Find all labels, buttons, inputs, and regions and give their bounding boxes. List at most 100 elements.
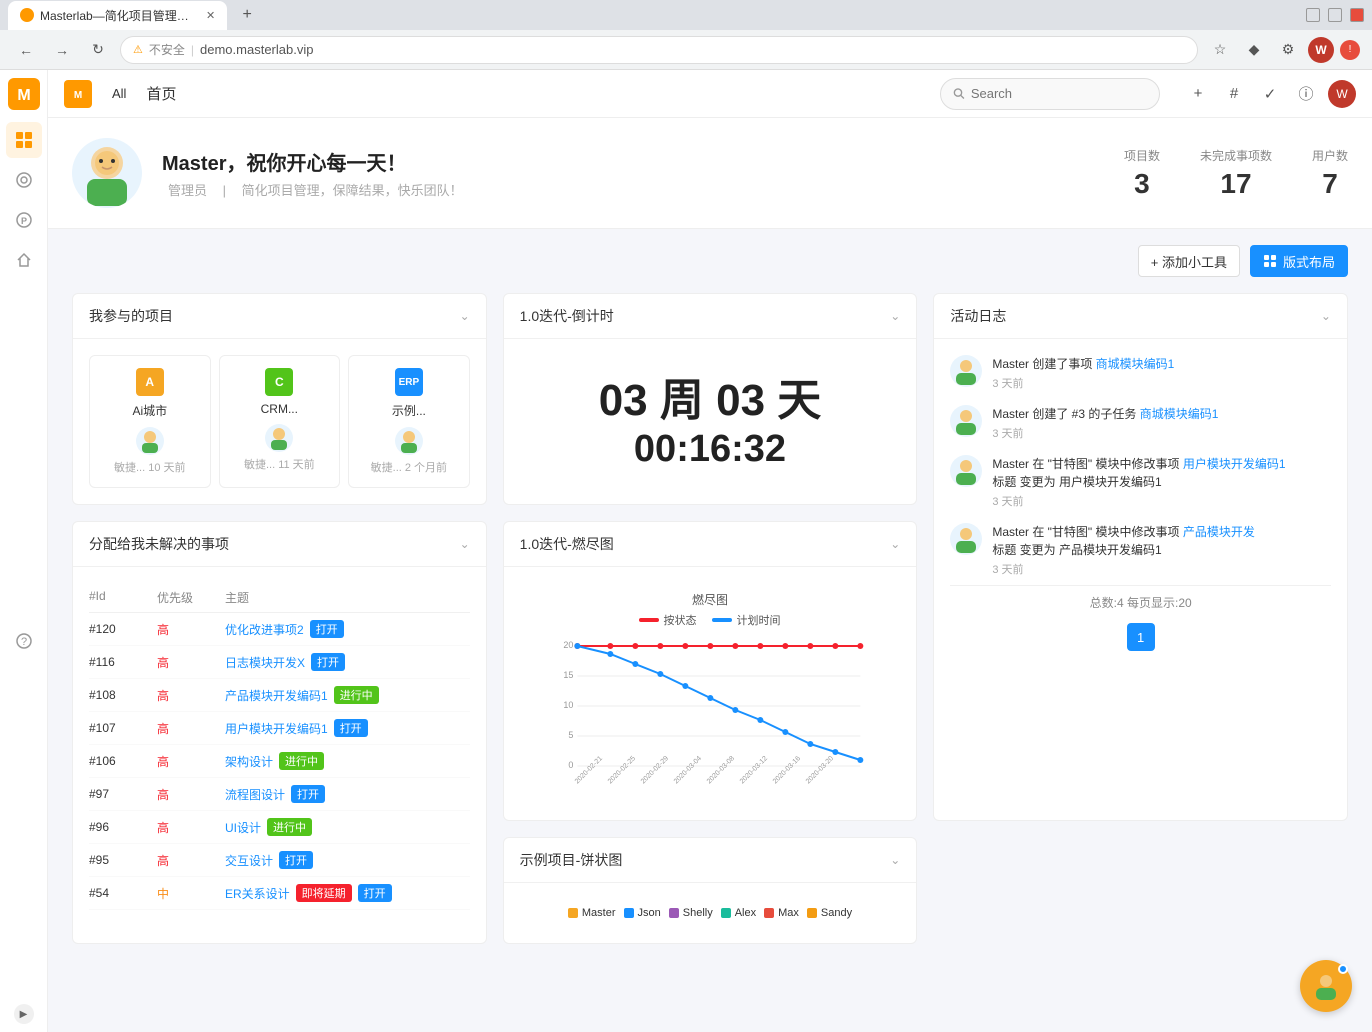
project-avatar-2 [395,427,423,455]
widget-countdown-header: 1.0迭代-倒计时 ⌄ [504,294,917,339]
svg-text:10: 10 [563,700,573,710]
page-1-button[interactable]: 1 [1127,623,1155,651]
url-text: demo.masterlab.vip [200,42,313,57]
chat-bubble[interactable] [1300,960,1352,1012]
project-card-0[interactable]: A Ai城市 敏捷... 10 天前 [89,355,211,488]
sidebar-item-reports[interactable] [6,162,42,198]
sidebar-item-tools[interactable] [6,242,42,278]
burndown-chart-title: 燃尽图 [520,591,901,608]
search-bar[interactable] [940,78,1160,110]
address-bar[interactable]: ⚠ 不安全 | demo.masterlab.vip [120,36,1198,64]
activity-time-3: 3 天前 [992,561,1331,577]
activity-link-1[interactable]: 商城模块编码1 [1140,407,1219,421]
profile-stats: 项目数 3 未完成事项数 17 用户数 7 [1124,147,1348,200]
activity-link-2[interactable]: 用户模块开发编码1 [1183,457,1286,471]
legend-label-0: 按状态 [663,612,696,628]
project-badge-0: A [136,368,164,396]
activity-link-0[interactable]: 商城模块编码1 [1096,357,1175,371]
profile-name: Master，祝你开心每一天！ [162,147,1104,176]
app-logo[interactable]: M [8,78,40,110]
activity-text-3: Master 在 "甘特图" 模块中修改事项 产品模块开发标题 变更为 产品模块… [992,523,1331,559]
minimize-button[interactable] [1306,8,1320,22]
issue-link-1[interactable]: 日志模块开发X [225,654,305,671]
issue-link-6[interactable]: UI设计 [225,819,261,836]
hashtag-button[interactable]: # [1220,80,1248,108]
new-tab-button[interactable]: + [235,3,259,27]
check-button[interactable]: ✓ [1256,80,1284,108]
widget-countdown-title: 1.0迭代-倒计时 [520,306,614,326]
nav-extra-button[interactable]: ! [1340,40,1360,60]
issue-tag-6: 进行中 [267,818,312,836]
forward-button[interactable]: → [48,36,76,64]
add-action-button[interactable]: + [1184,80,1212,108]
issue-subject-4: 架构设计 进行中 [225,752,470,770]
search-icon [953,87,965,100]
browser-chrome: Masterlab—简化项目管理的利器 ✕ + ← → ↻ ⚠ 不安全 | de… [0,0,1372,70]
sidebar-item-projects[interactable]: P [6,202,42,238]
widget-activity-chevron[interactable]: ⌄ [1321,309,1331,323]
tab-close-button[interactable]: ✕ [206,9,215,22]
issue-row-4: #106 高 架构设计 进行中 [89,745,470,778]
layout-button[interactable]: 版式布局 [1250,245,1348,277]
activity-text-1: Master 创建了 #3 的子任务 商城模块编码1 [992,405,1331,423]
stat-projects-value: 3 [1124,168,1160,200]
project-name-1: CRM... [228,402,332,416]
maximize-button[interactable] [1328,8,1342,22]
browser-tab[interactable]: Masterlab—简化项目管理的利器 ✕ [8,1,227,30]
issue-id-6: #96 [89,820,149,834]
activity-avatar-0 [950,355,982,387]
bookmark-button[interactable]: ☆ [1206,36,1234,64]
project-card-1[interactable]: C CRM... 敏捷... 11 天前 [219,355,341,488]
app-container: M P [0,70,1372,1032]
search-input[interactable] [971,86,1147,101]
pie-label-sandy: Sandy [821,907,852,919]
sidebar-expand-button[interactable]: ▶ [14,1004,34,1024]
issue-id-0: #120 [89,622,149,636]
settings-button[interactable]: ⚙ [1274,36,1302,64]
info-button[interactable]: ⓘ [1292,80,1320,108]
issue-id-8: #54 [89,886,149,900]
extensions-button[interactable]: ◆ [1240,36,1268,64]
issue-link-4[interactable]: 架构设计 [225,753,273,770]
issue-tag-1: 打开 [311,653,345,671]
pie-label-json: Json [638,907,661,919]
issue-link-7[interactable]: 交互设计 [225,852,273,869]
close-window-button[interactable] [1350,8,1364,22]
activity-avatar-3 [950,523,982,555]
widget-burndown-chevron[interactable]: ⌄ [890,537,900,551]
issue-link-0[interactable]: 优化改进事项2 [225,621,304,638]
add-widget-button[interactable]: + 添加小工具 [1138,245,1240,277]
issue-link-2[interactable]: 产品模块开发编码1 [225,687,328,704]
countdown-weeks: 03 周 03 天 [520,375,901,428]
sidebar-item-dashboard[interactable] [6,122,42,158]
profile-avatar-nav[interactable]: W [1308,37,1334,63]
browser-titlebar: Masterlab—简化项目管理的利器 ✕ + [0,0,1372,30]
activity-pagination: 1 [950,623,1331,651]
tab-title: Masterlab—简化项目管理的利器 [40,7,200,24]
url-separator: | [191,43,194,57]
refresh-button[interactable]: ↻ [84,36,112,64]
issue-subject-1: 日志模块开发X 打开 [225,653,470,671]
pie-dot-alex [721,908,731,918]
issue-priority-4: 高 [157,753,217,770]
widget-issues-chevron[interactable]: ⌄ [460,537,470,551]
issue-link-5[interactable]: 流程图设计 [225,786,285,803]
issue-link-8[interactable]: ER关系设计 [225,885,290,902]
back-button[interactable]: ← [12,36,40,64]
activity-link-3[interactable]: 产品模块开发 [1183,525,1255,539]
project-avatar-0 [136,427,164,455]
widget-pie-chevron[interactable]: ⌄ [890,853,900,867]
all-label[interactable]: All [104,82,134,105]
profile-avatar [72,138,142,208]
issue-id-2: #108 [89,688,149,702]
sidebar-item-help[interactable]: ? [6,623,42,659]
issue-link-3[interactable]: 用户模块开发编码1 [225,720,328,737]
widget-my-projects-chevron[interactable]: ⌄ [460,309,470,323]
stat-users: 用户数 7 [1312,147,1348,200]
chat-icon [1312,972,1340,1000]
main-content: Master，祝你开心每一天！ 管理员 | 简化项目管理，保障结果，快乐团队！ … [48,118,1372,1032]
widget-countdown-chevron[interactable]: ⌄ [890,309,900,323]
activity-item-3: Master 在 "甘特图" 模块中修改事项 产品模块开发标题 变更为 产品模块… [950,523,1331,577]
project-card-2[interactable]: ERP 示例... 敏捷... 2 个月前 [348,355,470,488]
user-avatar-button[interactable]: W [1328,80,1356,108]
